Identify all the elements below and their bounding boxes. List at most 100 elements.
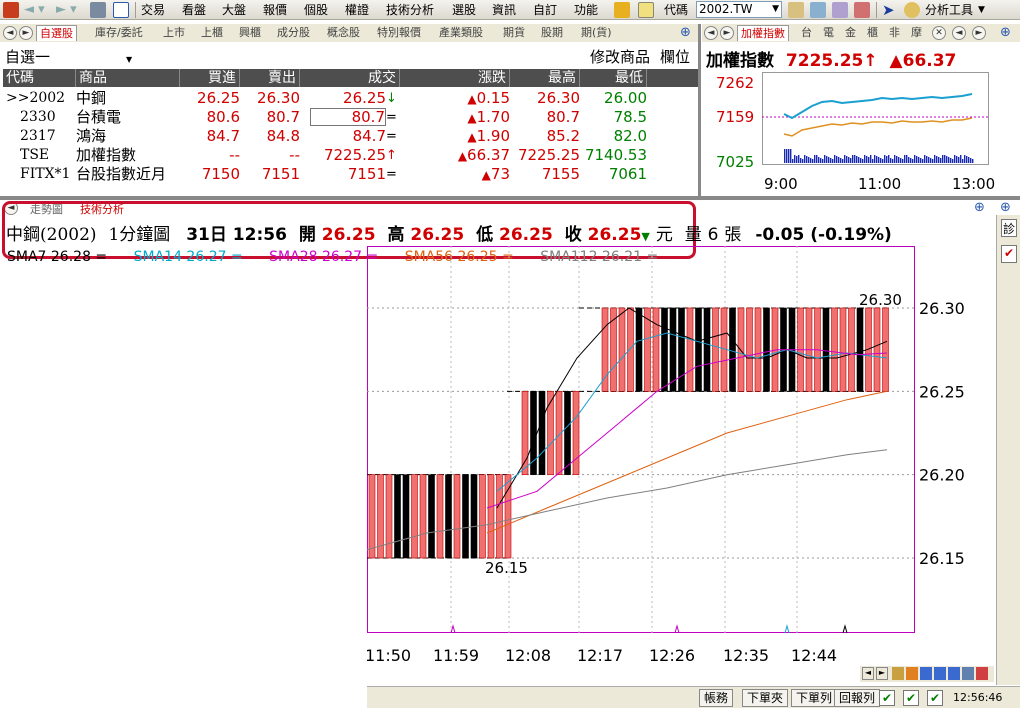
tab-emerging[interactable]: 興櫃 xyxy=(236,25,264,41)
tab-listed[interactable]: 上市 xyxy=(160,25,188,41)
home-icon[interactable] xyxy=(3,2,19,18)
menu-custom[interactable]: 自訂 xyxy=(533,2,557,18)
check-icon[interactable]: ✔ xyxy=(903,690,919,706)
col-header-ask[interactable]: 賣出 xyxy=(240,69,300,87)
crosshair-icon[interactable] xyxy=(920,667,932,680)
scroll-right-icon[interactable]: ► xyxy=(876,667,888,680)
tools-icon[interactable] xyxy=(832,2,848,18)
chevron-down-icon[interactable]: ▼ xyxy=(126,55,132,64)
tab-next-icon[interactable]: ► xyxy=(720,26,734,40)
menu-technical[interactable]: 技術分析 xyxy=(386,2,434,18)
forward-icon[interactable]: ► ▾ xyxy=(56,2,77,18)
col-header-low[interactable]: 最低 xyxy=(580,69,647,87)
account-button[interactable]: 帳務 xyxy=(699,689,734,707)
analysis-tool-menu[interactable]: 分析工具 xyxy=(925,2,973,18)
menu-trade[interactable]: 交易 xyxy=(141,2,165,18)
check-icon[interactable]: ✔ xyxy=(879,690,895,706)
menu-stock[interactable]: 個股 xyxy=(304,2,328,18)
menu-warrant[interactable]: 權證 xyxy=(345,2,369,18)
index-volume-bar xyxy=(790,149,792,163)
modify-items-button[interactable]: 修改商品 xyxy=(590,46,650,67)
menu-screener[interactable]: 選股 xyxy=(452,2,476,18)
index-volume-bar xyxy=(824,155,826,163)
alert-icon[interactable] xyxy=(788,2,804,18)
analysis-tool-icon[interactable] xyxy=(904,2,920,18)
tag-icon[interactable] xyxy=(854,2,870,18)
col-header-last[interactable]: 成交 xyxy=(300,69,400,87)
tab-msci[interactable]: 摩 xyxy=(908,25,925,41)
clock: 12:56:46 xyxy=(953,691,1003,704)
tab-futures-2[interactable]: 期(貨) xyxy=(578,25,615,41)
menu-quote[interactable]: 報價 xyxy=(263,2,287,18)
cell-high: 7225.25 xyxy=(517,146,580,164)
order-folder-button[interactable]: 下單夾 xyxy=(742,689,789,707)
col-header-high[interactable]: 最高 xyxy=(510,69,580,87)
tab-industry[interactable]: 產業類股 xyxy=(436,25,486,41)
scroll-left-icon[interactable]: ◄ xyxy=(862,667,874,680)
tab-close-icon[interactable]: ✕ xyxy=(932,26,946,40)
symbol-input[interactable]: 2002.TW ▼ xyxy=(696,1,782,18)
menu-info[interactable]: 資訊 xyxy=(492,2,516,18)
index-volume-bar xyxy=(854,155,856,163)
diagnose-button[interactable]: 診 xyxy=(1001,219,1017,237)
report-bar-button[interactable]: 回報列 xyxy=(834,689,881,707)
tab-right-icon[interactable]: ► xyxy=(972,26,986,40)
zoom-icon[interactable]: ⊕ xyxy=(680,25,691,40)
table-row[interactable]: >>2002 中鋼 26.25 26.30 26.25 ▲0.15 26.30 26.00 ↓ xyxy=(3,89,698,108)
tab-special[interactable]: 特別報價 xyxy=(374,25,424,41)
index-volume-bar xyxy=(896,156,898,163)
watchlist-selector[interactable]: 自選一 ▼ xyxy=(5,46,132,67)
indicator-icon[interactable] xyxy=(976,667,988,680)
table-row[interactable]: 2330 台積電 80.6 80.7 80.7 ▲1.70 80.7 78.5 = xyxy=(3,108,698,127)
tab-futures[interactable]: 期貨 xyxy=(500,25,528,41)
table-row[interactable]: TSE 加權指數 -- -- 7225.25 ▲66.37 7225.25 7140.53 ↑ xyxy=(3,146,698,165)
tab-elec[interactable]: 電 xyxy=(820,25,837,41)
tab-concept[interactable]: 概念股 xyxy=(324,25,363,41)
tab-otc[interactable]: 上櫃 xyxy=(198,25,226,41)
chart-type-icon[interactable] xyxy=(892,667,904,680)
lightning-icon[interactable] xyxy=(614,2,630,18)
chevron-down-icon[interactable]: ▼ xyxy=(978,2,985,18)
check-icon[interactable]: ✔ xyxy=(1001,245,1017,263)
chevron-down-icon[interactable]: ▼ xyxy=(772,2,779,17)
tab-otc-index[interactable]: 櫃 xyxy=(864,25,881,41)
col-header-name[interactable]: 商品 xyxy=(76,69,180,87)
table-row[interactable]: 2317 鴻海 84.7 84.8 84.7 ▲1.90 85.2 82.0 = xyxy=(3,127,698,146)
tab-next-icon[interactable]: ► xyxy=(19,26,33,40)
table-row[interactable]: FITX*1 台股指數近月 7150 7151 7151 ▲73 7155 7061 = xyxy=(3,165,698,184)
col-header-change[interactable]: 漲跌 xyxy=(400,69,510,87)
volume-value: 6 xyxy=(707,225,719,245)
tab-prev-icon[interactable]: ◄ xyxy=(3,26,17,40)
undo-icon[interactable] xyxy=(962,667,974,680)
menu-view[interactable]: 看盤 xyxy=(182,2,206,18)
expand-icon[interactable] xyxy=(948,667,960,680)
tab-finance[interactable]: 金 xyxy=(842,25,859,41)
tab-left-icon[interactable]: ◄ xyxy=(952,26,966,40)
cursor-icon[interactable]: ➤ xyxy=(882,2,895,18)
tab-prev-icon[interactable]: ◄ xyxy=(704,26,718,40)
print-icon[interactable] xyxy=(90,2,106,18)
tab-non[interactable]: 非 xyxy=(886,25,903,41)
search-icon[interactable] xyxy=(810,2,826,18)
menu-function[interactable]: 功能 xyxy=(574,2,598,18)
menu-market[interactable]: 大盤 xyxy=(222,2,246,18)
zoom-out-icon[interactable]: ⊕ xyxy=(1000,200,1011,215)
tab-inventory[interactable]: 庫存/委託 xyxy=(92,25,146,41)
popout-icon[interactable] xyxy=(113,2,129,18)
tab-taiex[interactable]: 加權指數 xyxy=(737,25,789,41)
back-icon[interactable]: ◄ ▾ xyxy=(24,2,45,18)
zoom-icon[interactable]: ⊕ xyxy=(974,200,985,215)
tab-tw[interactable]: 台 xyxy=(798,25,815,41)
zoom-icon[interactable]: ⊕ xyxy=(1000,25,1011,40)
col-header-code[interactable]: 代碼 xyxy=(3,69,76,87)
tab-stock-futures[interactable]: 股期 xyxy=(538,25,566,41)
col-header-bid[interactable]: 買進 xyxy=(180,69,240,87)
tab-watchlist[interactable]: 自選股 xyxy=(36,25,77,41)
fit-icon[interactable] xyxy=(934,667,946,680)
order-bar-button[interactable]: 下單列 xyxy=(791,689,838,707)
column-position-button[interactable]: 欄位 xyxy=(660,46,690,67)
check-icon[interactable]: ✔ xyxy=(927,690,943,706)
tab-components[interactable]: 成分股 xyxy=(274,25,313,41)
notepad-icon[interactable] xyxy=(638,2,654,18)
period-icon[interactable] xyxy=(906,667,918,680)
